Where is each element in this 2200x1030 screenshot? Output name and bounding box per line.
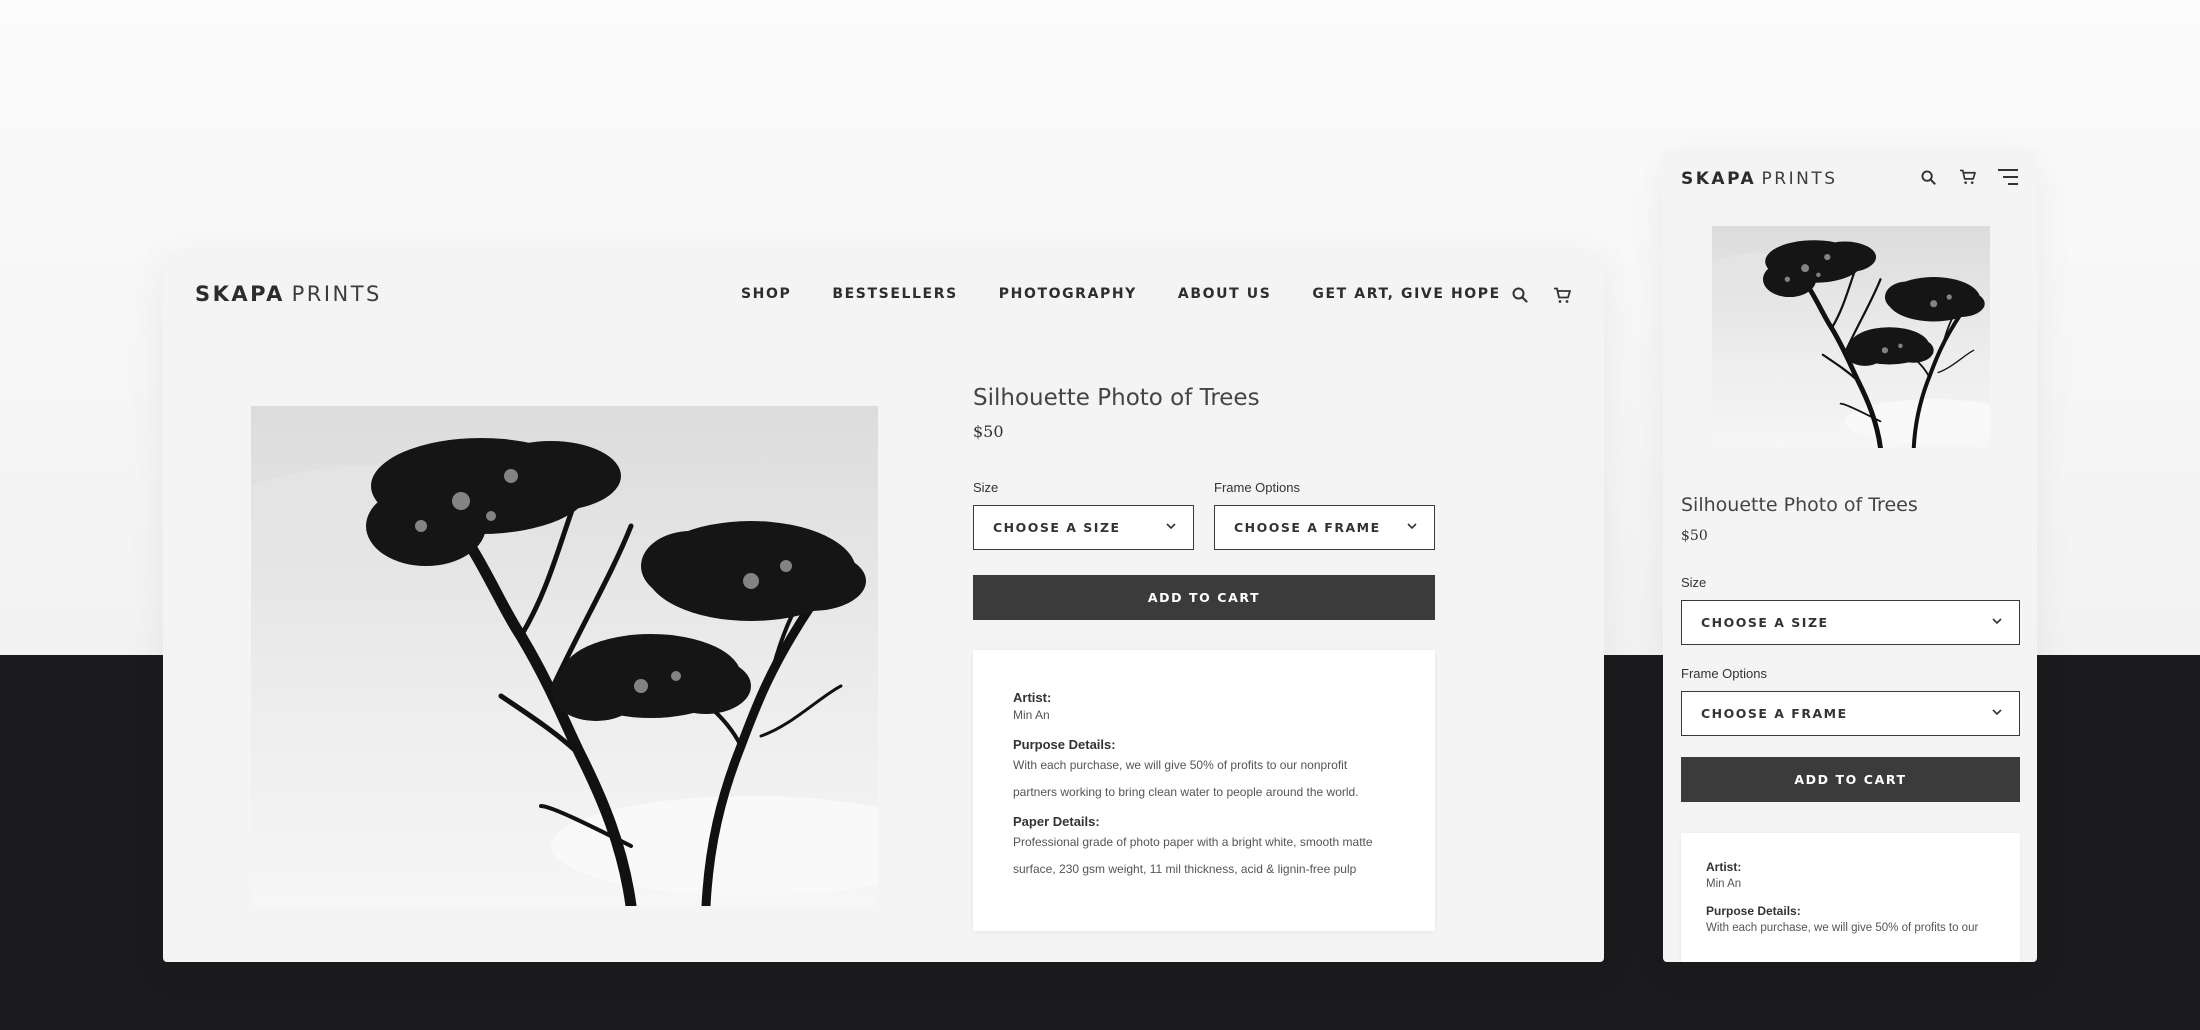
purpose-text-line-2: partners working to bring clean water to…	[1013, 785, 1359, 799]
mobile-window: SKAPA PRINTS Silhouette Photo of Trees $…	[1663, 150, 2037, 962]
mobile-product-image	[1712, 226, 1990, 448]
main-nav: SHOP BESTSELLERS PHOTOGRAPHY ABOUT US GE…	[741, 286, 1542, 302]
product-title: Silhouette Photo of Trees	[973, 385, 1260, 411]
mobile-brand-bold: SKAPA	[1681, 169, 1757, 189]
mobile-artist-label: Artist:	[1706, 860, 1742, 874]
mobile-purpose-label: Purpose Details:	[1706, 904, 1801, 918]
chevron-down-icon	[1992, 709, 2002, 716]
paper-label: Paper Details:	[1013, 814, 1100, 829]
mobile-product-price: $50	[1681, 528, 1708, 544]
frame-label: Frame Options	[1214, 480, 1300, 495]
mobile-brand-thin: PRINTS	[1761, 169, 1838, 189]
purpose-text-line-1: With each purchase, we will give 50% of …	[1013, 758, 1348, 772]
mobile-frame-select-value: CHOOSE A FRAME	[1701, 706, 1848, 721]
nav-photography[interactable]: PHOTOGRAPHY	[999, 286, 1137, 302]
mobile-purpose-text-line-1: With each purchase, we will give 50% of …	[1706, 922, 1979, 934]
paper-text-line-1: Professional grade of photo paper with a…	[1013, 835, 1373, 849]
mobile-product-details-card: Artist: Min An Purpose Details: With eac…	[1681, 833, 2020, 962]
mobile-size-select[interactable]: CHOOSE A SIZE	[1681, 600, 2020, 645]
mobile-frame-select[interactable]: CHOOSE A FRAME	[1681, 691, 2020, 736]
frame-select[interactable]: CHOOSE A FRAME	[1214, 505, 1435, 550]
nav-get-art-give-hope[interactable]: GET ART, GIVE HOPE	[1312, 286, 1500, 302]
frame-select-value: CHOOSE A FRAME	[1234, 520, 1381, 535]
menu-icon[interactable]	[1996, 165, 2020, 189]
nav-bestsellers[interactable]: BESTSELLERS	[832, 286, 957, 302]
search-icon[interactable]	[1916, 165, 1940, 189]
product-details-card: Artist: Min An Purpose Details: With eac…	[973, 650, 1435, 931]
cart-icon[interactable]	[1550, 283, 1574, 307]
nav-shop[interactable]: SHOP	[741, 286, 791, 302]
search-icon[interactable]	[1508, 283, 1532, 307]
mobile-artist-name: Min An	[1706, 878, 1742, 890]
artist-label: Artist:	[1013, 690, 1052, 705]
size-label: Size	[973, 480, 999, 495]
mobile-add-to-cart-button[interactable]: ADD TO CART	[1681, 757, 2020, 802]
brand-thin: PRINTS	[291, 282, 382, 306]
cart-icon[interactable]	[1955, 165, 1979, 189]
mobile-product-title: Silhouette Photo of Trees	[1681, 494, 1918, 516]
desktop-window: SKAPA PRINTS SHOP BESTSELLERS PHOTOGRAPH…	[163, 252, 1604, 962]
purpose-label: Purpose Details:	[1013, 737, 1116, 752]
chevron-down-icon	[1992, 618, 2002, 625]
artist-name: Min An	[1013, 708, 1050, 722]
mobile-size-select-value: CHOOSE A SIZE	[1701, 615, 1829, 630]
size-select[interactable]: CHOOSE A SIZE	[973, 505, 1194, 550]
product-price: $50	[973, 422, 1004, 441]
mobile-brand-logo[interactable]: SKAPA PRINTS	[1681, 169, 1838, 189]
size-select-value: CHOOSE A SIZE	[993, 520, 1121, 535]
chevron-down-icon	[1407, 523, 1417, 530]
add-to-cart-button[interactable]: ADD TO CART	[973, 575, 1435, 620]
chevron-down-icon	[1166, 523, 1176, 530]
paper-text-line-2: surface, 230 gsm weight, 11 mil thicknes…	[1013, 862, 1357, 876]
product-image	[251, 406, 878, 906]
brand-bold: SKAPA	[195, 282, 285, 306]
mobile-size-label: Size	[1681, 575, 1707, 590]
mobile-frame-label: Frame Options	[1681, 666, 1767, 681]
nav-about-us[interactable]: ABOUT US	[1178, 286, 1271, 302]
brand-logo[interactable]: SKAPA PRINTS	[195, 282, 382, 306]
